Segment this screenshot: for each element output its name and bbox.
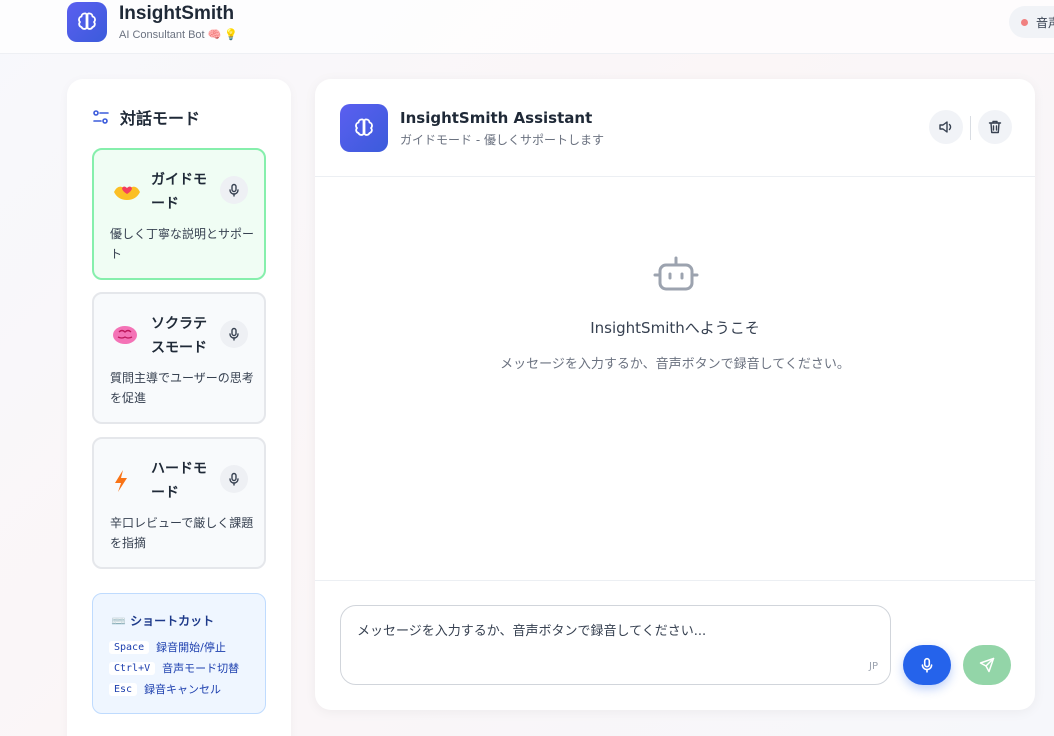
microphone-icon [229,327,239,341]
chat-header: InsightSmith Assistant ガイドモード - 優しくサポートし… [315,79,1035,177]
mode-description: 優しく丁寧な説明とサポート [110,227,255,261]
mode-mic-button[interactable] [220,176,248,204]
welcome-title: InsightSmithへようこそ [590,319,760,337]
mode-heading-label: 対話モード [120,109,201,128]
shortcut-label: 録音キャンセル [144,683,222,696]
shortcut-key: Space [109,640,150,654]
speaker-button[interactable] [929,110,963,144]
brain-icon [112,324,138,351]
assistant-mode: ガイドモード - 優しくサポートします [400,133,604,147]
mode-card-guide[interactable]: ガイドモード 優しく丁寧な説明とサポート [92,148,266,280]
assistant-brain-icon [340,104,388,152]
app-title: InsightSmith [119,3,235,24]
mode-panel-heading: 対話モード [92,105,200,129]
mode-card-hard[interactable]: ハードモード 辛口レビューで厳しく課題を指摘 [92,437,266,569]
mode-name: ソクラテスモード [151,316,207,356]
mode-card-socrates[interactable]: ソクラテスモード 質問主導でユーザーの思考を促進 [92,292,266,424]
speaker-icon [939,121,952,133]
shortcut-row: Space 録音開始/停止 [109,639,226,655]
microphone-icon [921,657,933,673]
trash-icon [988,120,1002,134]
clear-chat-button[interactable] [978,110,1012,144]
mode-name: ハードモード [151,461,207,501]
microphone-icon [229,183,239,197]
heart-hands-icon [112,180,142,207]
status-dot [1021,18,1028,26]
send-button[interactable] [963,645,1011,685]
shortcut-title: ⌨️ ショートカット [111,614,215,628]
sliders-icon [93,110,109,124]
composer-divider [315,580,1035,581]
shortcut-key: Ctrl+V [109,661,156,675]
shortcut-panel: ⌨️ ショートカット Space 録音開始/停止 Ctrl+V 音声モード切替 … [92,593,266,714]
send-icon [979,657,995,673]
mode-description: 辛口レビューで厳しく課題を指摘 [110,516,254,550]
voice-status-badge[interactable]: 音声 [1009,6,1054,38]
mode-mic-button[interactable] [220,320,248,348]
mode-mic-button[interactable] [220,465,248,493]
chat-panel: InsightSmith Assistant ガイドモード - 優しくサポートし… [315,79,1035,710]
top-bar: InsightSmith AI Consultant Bot 🧠 💡 音声 [0,0,1054,54]
shortcut-row: Ctrl+V 音声モード切替 [109,660,239,676]
record-button[interactable] [903,645,951,685]
app-subtitle: AI Consultant Bot 🧠 💡 [119,29,239,41]
language-tag: JP [869,661,878,672]
robot-icon [653,256,699,291]
lightning-icon [112,469,130,498]
message-input[interactable]: メッセージを入力するか、音声ボタンで録音してください... JP [340,605,891,685]
welcome-subtitle: メッセージを入力するか、音声ボタンで録音してください。 [500,357,850,372]
mode-description: 質問主導でユーザーの思考を促進 [110,371,254,405]
message-placeholder: メッセージを入力するか、音声ボタンで録音してください... [357,624,707,639]
shortcut-label: 録音開始/停止 [156,641,226,654]
brain-logo-icon [67,2,107,42]
status-label: 音声 [1036,15,1054,30]
shortcut-row: Esc 録音キャンセル [109,681,221,697]
assistant-name: InsightSmith Assistant [400,109,593,127]
header-divider [970,116,971,140]
microphone-icon [229,472,239,486]
mode-name: ガイドモード [151,172,207,212]
mode-sidebar: 対話モード ガイドモード 優しく丁寧な説明とサポート ソクラテスモード 質問主導… [67,79,291,736]
shortcut-key: Esc [109,682,138,696]
shortcut-label: 音声モード切替 [162,662,240,675]
